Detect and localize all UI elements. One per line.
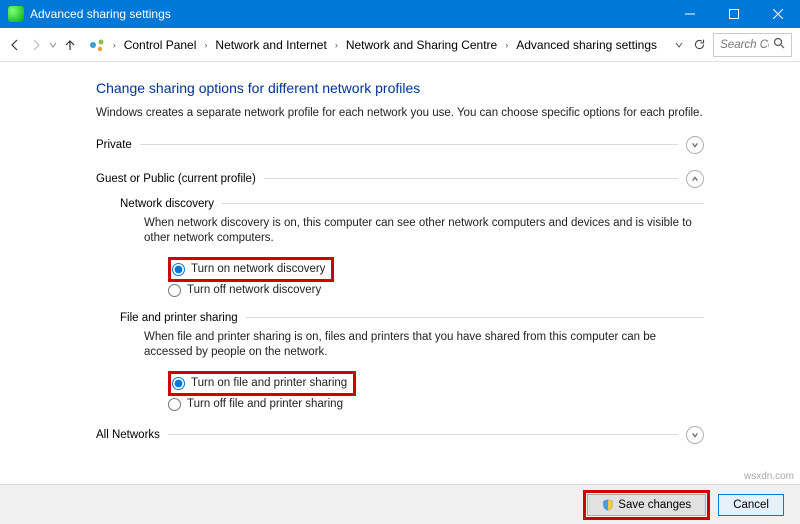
cancel-button[interactable]: Cancel	[718, 494, 784, 516]
section-all-networks[interactable]: All Networks	[96, 426, 704, 444]
up-button[interactable]	[63, 34, 78, 56]
content-area: Change sharing options for different net…	[0, 62, 800, 484]
radio-file-printer-on[interactable]: Turn on file and printer sharing	[172, 376, 347, 391]
breadcrumb-item[interactable]: Network and Sharing Centre	[342, 36, 501, 54]
radio-input[interactable]	[168, 398, 181, 411]
button-label: Save changes	[618, 499, 691, 511]
chevron-down-icon[interactable]	[686, 136, 704, 154]
subsection-explain: When file and printer sharing is on, fil…	[144, 330, 704, 361]
subsection-explain: When network discovery is on, this compu…	[144, 216, 704, 247]
radio-network-discovery-off[interactable]: Turn off network discovery	[168, 283, 704, 298]
footer-bar: Save changes Cancel	[0, 484, 800, 524]
highlight-annotation: Turn on file and printer sharing	[168, 371, 356, 396]
section-label: Guest or Public (current profile)	[96, 173, 256, 185]
close-button[interactable]	[756, 0, 800, 28]
divider	[140, 144, 678, 145]
radio-file-printer-off[interactable]: Turn off file and printer sharing	[168, 397, 704, 412]
window-title: Advanced sharing settings	[30, 7, 668, 21]
breadcrumb[interactable]: › Control Panel › Network and Internet ›…	[84, 33, 666, 57]
search-icon	[773, 37, 785, 52]
watermark: wsxdn.com	[744, 471, 794, 482]
subsection-file-printer-sharing: File and printer sharing	[120, 312, 704, 324]
refresh-button[interactable]	[693, 34, 708, 56]
save-changes-button[interactable]: Save changes	[587, 494, 706, 516]
divider	[168, 434, 678, 435]
divider	[246, 317, 704, 318]
window-controls	[668, 0, 800, 28]
nav-bar: › Control Panel › Network and Internet ›…	[0, 28, 800, 62]
highlight-annotation: Save changes	[583, 490, 710, 520]
divider	[264, 178, 678, 179]
back-button[interactable]	[8, 34, 23, 56]
radio-label: Turn on file and printer sharing	[191, 377, 347, 389]
button-label: Cancel	[733, 499, 769, 511]
chevron-up-icon[interactable]	[686, 170, 704, 188]
page-description: Windows creates a separate network profi…	[96, 106, 704, 122]
breadcrumb-item[interactable]: Advanced sharing settings	[512, 36, 661, 54]
search-input[interactable]	[720, 39, 769, 51]
address-dropdown[interactable]	[672, 34, 687, 56]
divider	[222, 203, 704, 204]
chevron-right-icon: ›	[111, 40, 118, 50]
section-guest-public[interactable]: Guest or Public (current profile)	[96, 170, 704, 188]
subsection-label: File and printer sharing	[120, 312, 238, 324]
app-icon	[8, 6, 24, 22]
subsection-network-discovery: Network discovery	[120, 198, 704, 210]
maximize-button[interactable]	[712, 0, 756, 28]
page-heading: Change sharing options for different net…	[96, 80, 704, 96]
radio-network-discovery-on[interactable]: Turn on network discovery	[172, 262, 325, 277]
search-box[interactable]	[713, 33, 792, 57]
radio-input[interactable]	[172, 263, 185, 276]
radio-label: Turn on network discovery	[191, 263, 325, 275]
chevron-down-icon[interactable]	[686, 426, 704, 444]
highlight-annotation: Turn on network discovery	[168, 257, 334, 282]
title-bar: Advanced sharing settings	[0, 0, 800, 28]
breadcrumb-item[interactable]: Network and Internet	[211, 36, 330, 54]
recent-dropdown[interactable]	[49, 34, 57, 56]
radio-input[interactable]	[168, 284, 181, 297]
section-label: All Networks	[96, 429, 160, 441]
minimize-button[interactable]	[668, 0, 712, 28]
section-private[interactable]: Private	[96, 136, 704, 154]
subsection-label: Network discovery	[120, 198, 214, 210]
section-label: Private	[96, 139, 132, 151]
network-icon	[89, 37, 105, 53]
breadcrumb-item[interactable]: Control Panel	[120, 36, 201, 54]
shield-icon	[602, 499, 614, 511]
radio-label: Turn off network discovery	[187, 284, 321, 296]
chevron-right-icon: ›	[503, 40, 510, 50]
chevron-right-icon: ›	[333, 40, 340, 50]
radio-input[interactable]	[172, 377, 185, 390]
forward-button[interactable]	[29, 34, 44, 56]
chevron-right-icon: ›	[202, 40, 209, 50]
radio-label: Turn off file and printer sharing	[187, 398, 343, 410]
